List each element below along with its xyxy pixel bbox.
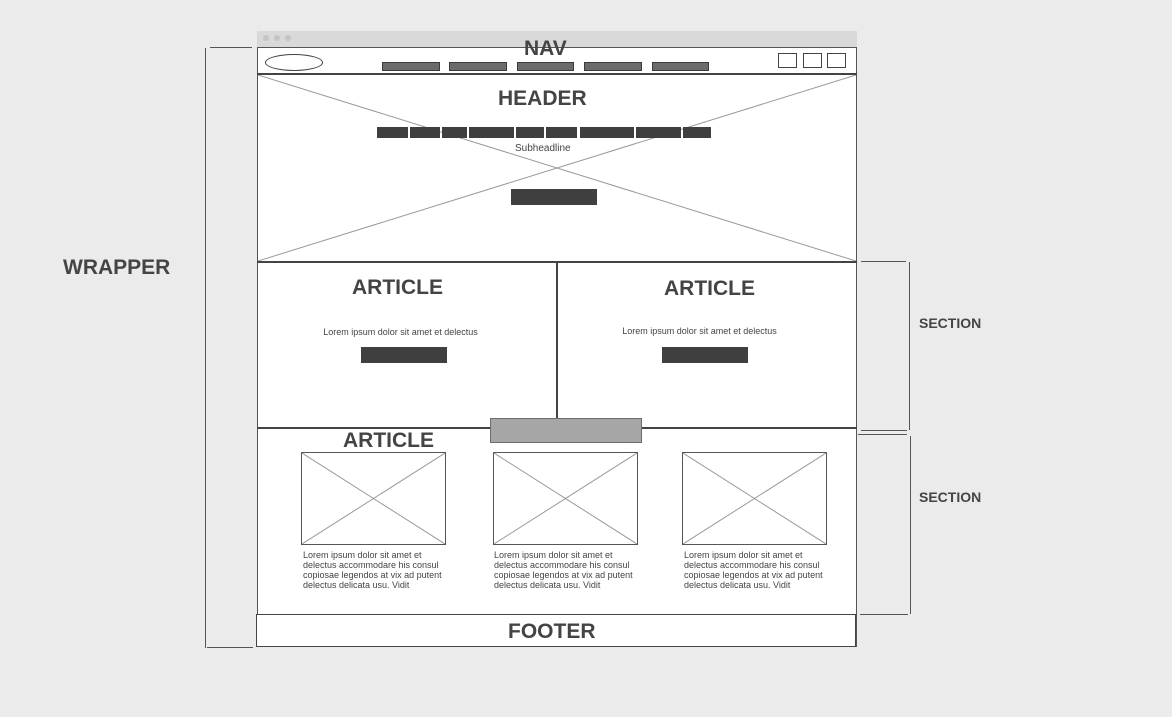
section-2-bracket-line [910,436,911,614]
section-1-label: SECTION [919,315,982,331]
headline-text-blocks [377,127,717,138]
article-3-title: ARTICLE [343,429,434,452]
section-2-bracket-top [858,434,907,435]
nav-box-icon[interactable] [803,53,822,68]
wireframe-diagram: WRAPPER NAV HEADER Subheadline ARTICLE L… [0,0,1172,717]
wrapper-bracket-bottom [207,647,253,648]
nav-label: NAV [524,37,567,60]
window-dot-icon [274,35,280,41]
article-1-text: Lorem ipsum dolor sit amet et delectus [323,327,478,337]
section-2-bracket-bottom [860,614,908,615]
window-dot-icon [285,35,291,41]
article-divider [556,262,558,418]
nav-box-icon[interactable] [827,53,846,68]
card-2-image-placeholder-icon [493,452,638,545]
article-2-button[interactable] [662,347,748,363]
nav-link-4[interactable] [584,62,642,71]
nav-link-2[interactable] [449,62,507,71]
nav-link-3[interactable] [517,62,574,71]
nav-link-5[interactable] [652,62,709,71]
nav-link-1[interactable] [382,62,440,71]
wrapper-bracket-top [210,47,252,48]
section-2-label: SECTION [919,489,982,505]
section-gray-button[interactable] [490,418,642,443]
window-dot-icon [263,35,269,41]
footer-label: FOOTER [508,620,596,643]
article-2-text: Lorem ipsum dolor sit amet et delectus [622,326,777,336]
subheadline: Subheadline [515,143,571,154]
wrapper-bracket-line [205,48,206,648]
card-3-text: Lorem ipsum dolor sit amet et delectus a… [684,550,823,590]
article-2-title: ARTICLE [664,277,755,300]
card-2-text: Lorem ipsum dolor sit amet et delectus a… [494,550,633,590]
wrapper-label: WRAPPER [63,256,171,279]
header-cta-button[interactable] [511,189,597,205]
header-label: HEADER [498,87,587,110]
card-1-image-placeholder-icon [301,452,446,545]
article-1-title: ARTICLE [352,276,443,299]
card-3-image-placeholder-icon [682,452,827,545]
card-1-text: Lorem ipsum dolor sit amet et delectus a… [303,550,442,590]
section-1-bracket-line [909,262,910,430]
section-1-bracket-bottom [861,430,907,431]
article-1-button[interactable] [361,347,447,363]
logo-oval-icon[interactable] [265,54,323,71]
section-1-bracket-top [861,261,906,262]
nav-box-icon[interactable] [778,53,797,68]
